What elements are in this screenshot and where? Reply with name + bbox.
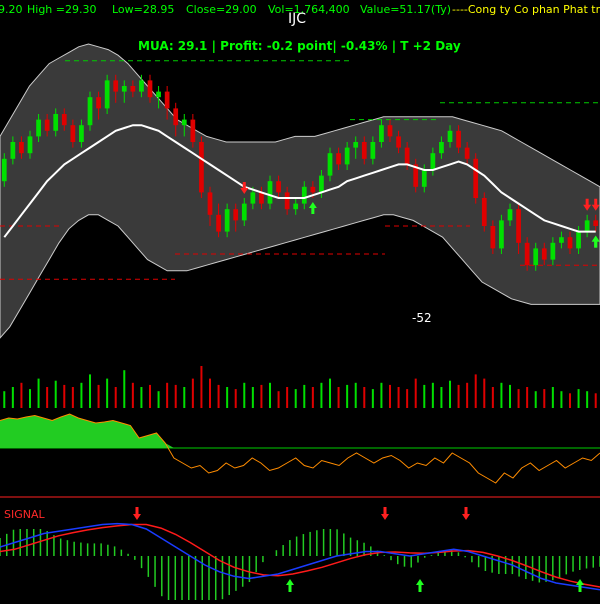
candle-body — [139, 80, 144, 92]
candle-body — [27, 136, 33, 154]
candle-body — [319, 175, 324, 193]
candle-body — [10, 142, 16, 159]
macd-buy-arrow — [416, 579, 424, 592]
candle-body — [336, 153, 341, 165]
candle-body — [567, 237, 573, 249]
candle-body — [541, 248, 547, 260]
candle-body — [550, 242, 556, 260]
macd-sell-arrow — [381, 507, 389, 520]
candle-body — [130, 86, 136, 92]
candle-body — [370, 142, 376, 159]
macd-buy-arrow — [576, 579, 584, 592]
candle-body — [473, 158, 479, 198]
candle-body — [353, 142, 359, 148]
header-close: Close=29.00 — [186, 3, 257, 16]
candle-body — [284, 192, 290, 210]
candle-body — [164, 91, 170, 109]
macd-sell-arrow — [462, 507, 470, 520]
header-volume: Vol=1,764,400 — [268, 3, 350, 16]
candle-body — [156, 91, 161, 98]
candle-body — [259, 192, 264, 204]
candle-body — [1, 158, 7, 182]
osc-positive-fill — [0, 414, 600, 448]
candle-body — [499, 220, 504, 249]
chart-canvas: 9.20 High =29.30 Low=28.95 Close=29.00 V… — [0, 3, 600, 604]
candle-body — [173, 108, 179, 126]
candle-body — [507, 209, 513, 221]
signal-line — [0, 523, 600, 588]
candle-body — [104, 80, 110, 109]
candle-body — [516, 209, 521, 243]
candle-body — [121, 86, 127, 92]
candle-body — [481, 198, 487, 226]
candle-body — [447, 130, 453, 142]
candle-body — [44, 119, 50, 131]
candle-body — [559, 237, 564, 243]
volume-bars — [3, 366, 597, 408]
header-high: High =29.30 — [27, 3, 97, 16]
candle-body — [207, 192, 213, 215]
candle-body — [387, 125, 393, 137]
band-area — [0, 43, 600, 339]
candle-body — [404, 147, 410, 165]
candle-body — [310, 186, 316, 193]
candle-body — [524, 242, 530, 266]
candle-body — [361, 142, 367, 159]
candle-body — [96, 97, 101, 109]
candle-body — [584, 220, 590, 232]
candle-body — [293, 203, 299, 210]
candle-body — [181, 119, 187, 126]
stock-chart[interactable]: 9.20 High =29.30 Low=28.95 Close=29.00 V… — [0, 0, 600, 604]
candle-body — [87, 97, 93, 126]
price-note: -52 — [412, 311, 432, 325]
candle-body — [533, 248, 539, 266]
candle-body — [79, 125, 84, 142]
candle-body — [70, 125, 76, 142]
candle-body — [250, 192, 256, 204]
candle-body — [379, 125, 384, 142]
candle-body — [576, 231, 581, 249]
candle-body — [147, 80, 153, 98]
candle-body — [233, 209, 239, 221]
candle-body — [490, 226, 496, 249]
bollinger-band — [0, 43, 600, 339]
candle-body — [36, 119, 41, 137]
candle-body — [241, 203, 247, 221]
header-value: Value=51.17(Ty) — [360, 3, 451, 16]
candle-body — [224, 209, 230, 232]
candle-body — [53, 114, 59, 131]
candle-body — [190, 119, 196, 142]
candle-body — [327, 153, 333, 176]
candle-body — [216, 214, 221, 232]
signal-summary: MUA: 29.1 | Profit: -0.2 point| -0.43% |… — [138, 39, 461, 53]
candle-body — [113, 80, 119, 92]
candle-body — [61, 114, 67, 126]
candle-body — [421, 170, 427, 187]
header-low: Low=28.95 — [112, 3, 174, 16]
macd-line — [0, 522, 600, 591]
candle-body — [19, 142, 24, 154]
candle-body — [593, 220, 599, 226]
candle-body — [456, 130, 461, 148]
header-company: ----Cong ty Co phan Phat tr — [452, 3, 600, 16]
candle-body — [439, 142, 444, 154]
ticker-label: IJC — [288, 11, 306, 27]
macd-buy-arrow — [286, 579, 294, 592]
candle-body — [396, 136, 401, 148]
candle-body — [276, 181, 281, 193]
candle-body — [344, 147, 350, 165]
candle-body — [199, 142, 204, 193]
macd-sell-arrow — [133, 507, 141, 520]
candle-body — [301, 186, 307, 204]
candle-body — [267, 181, 273, 204]
macd-label: SIGNAL — [4, 508, 46, 521]
oscillator-panel — [0, 413, 600, 498]
candle-body — [464, 147, 470, 159]
candle-body — [430, 153, 436, 170]
header-open: 9.20 — [0, 3, 23, 16]
macd-panel — [0, 507, 600, 604]
